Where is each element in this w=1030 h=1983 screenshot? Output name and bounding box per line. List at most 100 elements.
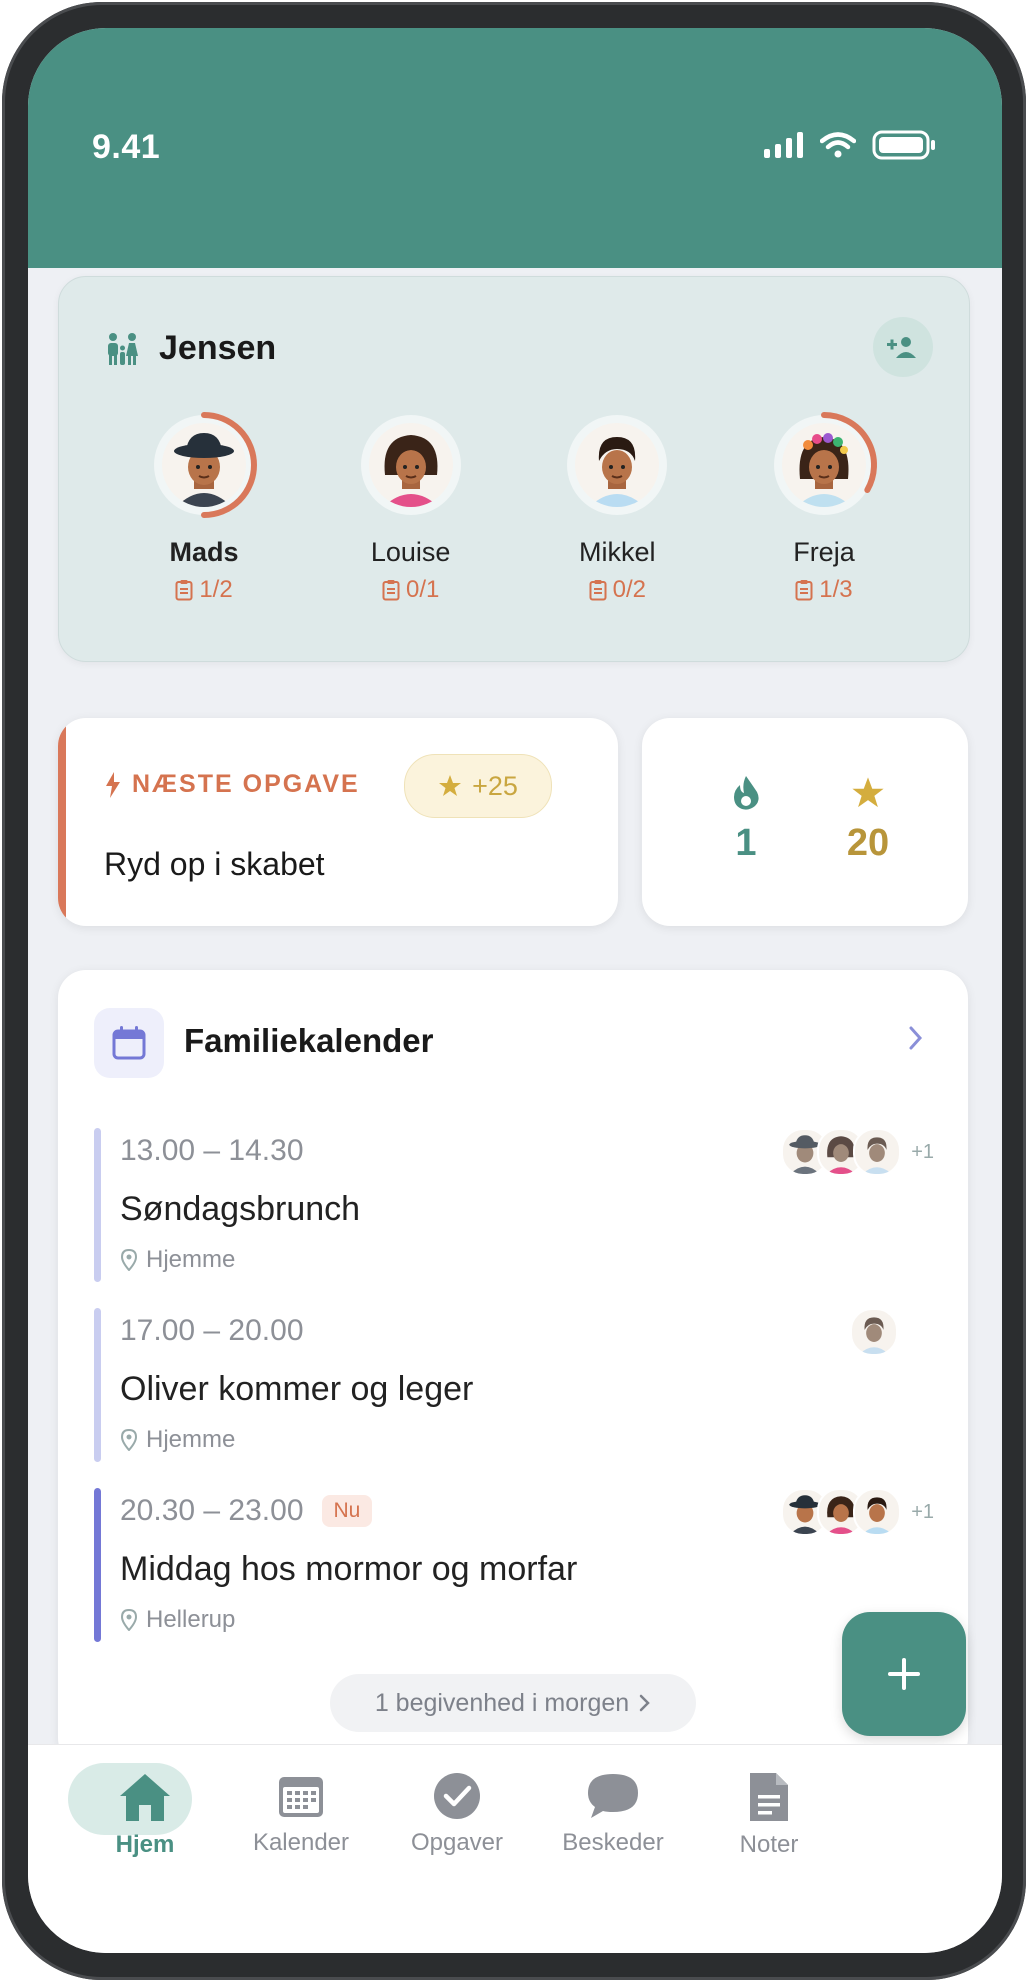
event-location: Hellerup <box>120 1606 235 1634</box>
event-location-text: Hellerup <box>146 1606 236 1633</box>
event-title: Søndagsbrunch <box>120 1190 361 1228</box>
avatar <box>781 423 866 507</box>
calendar-event[interactable]: 13.00 – 14.30 Søndagsbrunch Hjemme +1 <box>94 1128 934 1282</box>
member-name: Mads <box>169 537 239 567</box>
member-name: Mikkel <box>579 537 656 567</box>
task-accent-bar <box>58 718 66 926</box>
tab-label: Hjem <box>115 1831 175 1858</box>
task-count-text: 0/1 <box>405 576 440 603</box>
points-badge: +25 <box>404 754 552 818</box>
event-participants: +1 <box>781 1128 934 1176</box>
event-bar <box>94 1128 101 1282</box>
chat-bubble-icon <box>588 1774 638 1818</box>
family-header: Jensen <box>105 329 276 368</box>
participant-avatar <box>853 1128 902 1176</box>
points-value: +25 <box>472 770 518 801</box>
add-member-button[interactable] <box>873 317 933 377</box>
member-louise[interactable]: Louise 0/1 <box>326 407 496 604</box>
event-bar <box>94 1488 101 1642</box>
note-icon <box>750 1773 788 1821</box>
avatar <box>575 423 660 507</box>
event-time: 13.00 – 14.30 <box>120 1134 304 1168</box>
tab-label: Noter <box>739 1831 799 1858</box>
calendar-icon <box>279 1777 323 1817</box>
location-pin-icon <box>120 1429 138 1451</box>
participant-avatar <box>850 1308 898 1356</box>
event-time-text: 17.00 – 20.00 <box>120 1314 304 1347</box>
event-time-text: 20.30 – 23.00 <box>120 1494 304 1527</box>
member-freja[interactable]: Freja 1/3 <box>739 407 909 604</box>
star-icon <box>439 775 462 796</box>
event-time: 17.00 – 20.00 <box>120 1314 304 1348</box>
calendar-event-current[interactable]: 20.30 – 23.00 Nu Middag hos mormor og mo… <box>94 1488 934 1642</box>
extra-participants: +1 <box>911 1140 934 1163</box>
phone-frame: 9.41 Jensen Mads 1/2 Louise 0/1 Mikkel 0… <box>0 0 1030 1983</box>
lightning-icon <box>106 771 120 798</box>
member-mikkel[interactable]: Mikkel 0/2 <box>532 407 702 604</box>
tab-hjem[interactable]: Hjem <box>68 1763 220 1859</box>
clipboard-icon <box>795 580 813 601</box>
check-circle-icon <box>434 1773 480 1819</box>
tab-noter[interactable]: Noter <box>694 1771 844 1859</box>
tab-opgaver[interactable]: Opgaver <box>382 1771 532 1857</box>
tab-beskeder[interactable]: Beskeder <box>538 1771 688 1857</box>
tomorrow-events-text: 1 begivenhed i morgen <box>374 1688 630 1717</box>
add-button[interactable] <box>842 1612 966 1736</box>
family-calendar-card: Familiekalender 13.00 – 14.30 Søndagsbru… <box>58 970 968 1766</box>
chevron-right-icon <box>639 1694 650 1712</box>
event-participants <box>850 1308 898 1356</box>
participant-avatar <box>853 1488 902 1536</box>
member-name: Louise <box>370 537 451 567</box>
next-task-card[interactable]: NÆSTE OPGAVE +25 Ryd op i skabet <box>58 718 618 926</box>
event-time-text: 13.00 – 14.30 <box>120 1134 304 1167</box>
family-card: Jensen Mads 1/2 Louise 0/1 Mikkel 0/2 Fr… <box>58 276 970 662</box>
event-location-text: Hjemme <box>146 1426 236 1453</box>
calendar-icon-box <box>94 1008 164 1078</box>
member-avatar-ring <box>146 407 262 523</box>
family-name: Jensen <box>159 329 277 367</box>
event-location: Hjemme <box>120 1246 235 1274</box>
wifi-icon <box>820 132 856 158</box>
member-avatar-ring <box>766 407 882 523</box>
task-count-text: 1/2 <box>199 576 233 603</box>
location-pin-icon <box>120 1249 138 1271</box>
avatar <box>368 423 453 507</box>
star-icon <box>852 777 884 808</box>
event-title: Oliver kommer og leger <box>120 1370 474 1408</box>
task-count-text: 1/3 <box>819 576 853 603</box>
clipboard-icon <box>589 580 607 601</box>
tab-kalender[interactable]: Kalender <box>226 1771 376 1857</box>
calendar-event[interactable]: 17.00 – 20.00 Oliver kommer og leger Hje… <box>94 1308 934 1462</box>
member-avatar-ring <box>559 407 675 523</box>
status-bar: 9.41 <box>28 28 1002 268</box>
streak-stat: 1 <box>686 776 806 865</box>
member-task-count: 0/2 <box>589 576 646 604</box>
tomorrow-events-button[interactable]: 1 begivenhed i morgen <box>330 1674 696 1732</box>
location-pin-icon <box>120 1609 138 1631</box>
tab-label: Opgaver <box>410 1829 504 1856</box>
home-icon <box>120 1774 170 1821</box>
calendar-title[interactable]: Familiekalender <box>184 1022 433 1060</box>
plus-icon <box>888 1658 920 1690</box>
stats-card[interactable]: 1 20 <box>642 718 968 926</box>
signal-icon <box>764 132 803 158</box>
member-name: Freja <box>793 537 855 567</box>
member-mads[interactable]: Mads 1/2 <box>119 407 289 604</box>
event-location: Hjemme <box>120 1426 235 1454</box>
task-count-text: 0/2 <box>612 576 646 603</box>
tab-bar: Hjem Kalender Opgaver Beskeder Noter <box>28 1744 1002 1953</box>
status-icons <box>764 130 936 160</box>
flame-icon <box>734 776 759 810</box>
tab-label: Kalender <box>252 1829 350 1856</box>
now-badge: Nu <box>321 1495 373 1527</box>
event-title: Middag hos mormor og morfar <box>120 1550 578 1588</box>
member-avatar-ring <box>353 407 469 523</box>
streak-value: 1 <box>735 822 757 864</box>
event-bar <box>94 1308 101 1462</box>
stars-stat: 20 <box>808 776 928 865</box>
app-screen: 9.41 Jensen Mads 1/2 Louise 0/1 Mikkel 0… <box>28 28 1002 1953</box>
calendar-icon <box>112 1026 146 1060</box>
chevron-right-icon[interactable] <box>908 1024 924 1052</box>
avatar <box>162 423 246 507</box>
add-person-icon <box>887 337 916 358</box>
